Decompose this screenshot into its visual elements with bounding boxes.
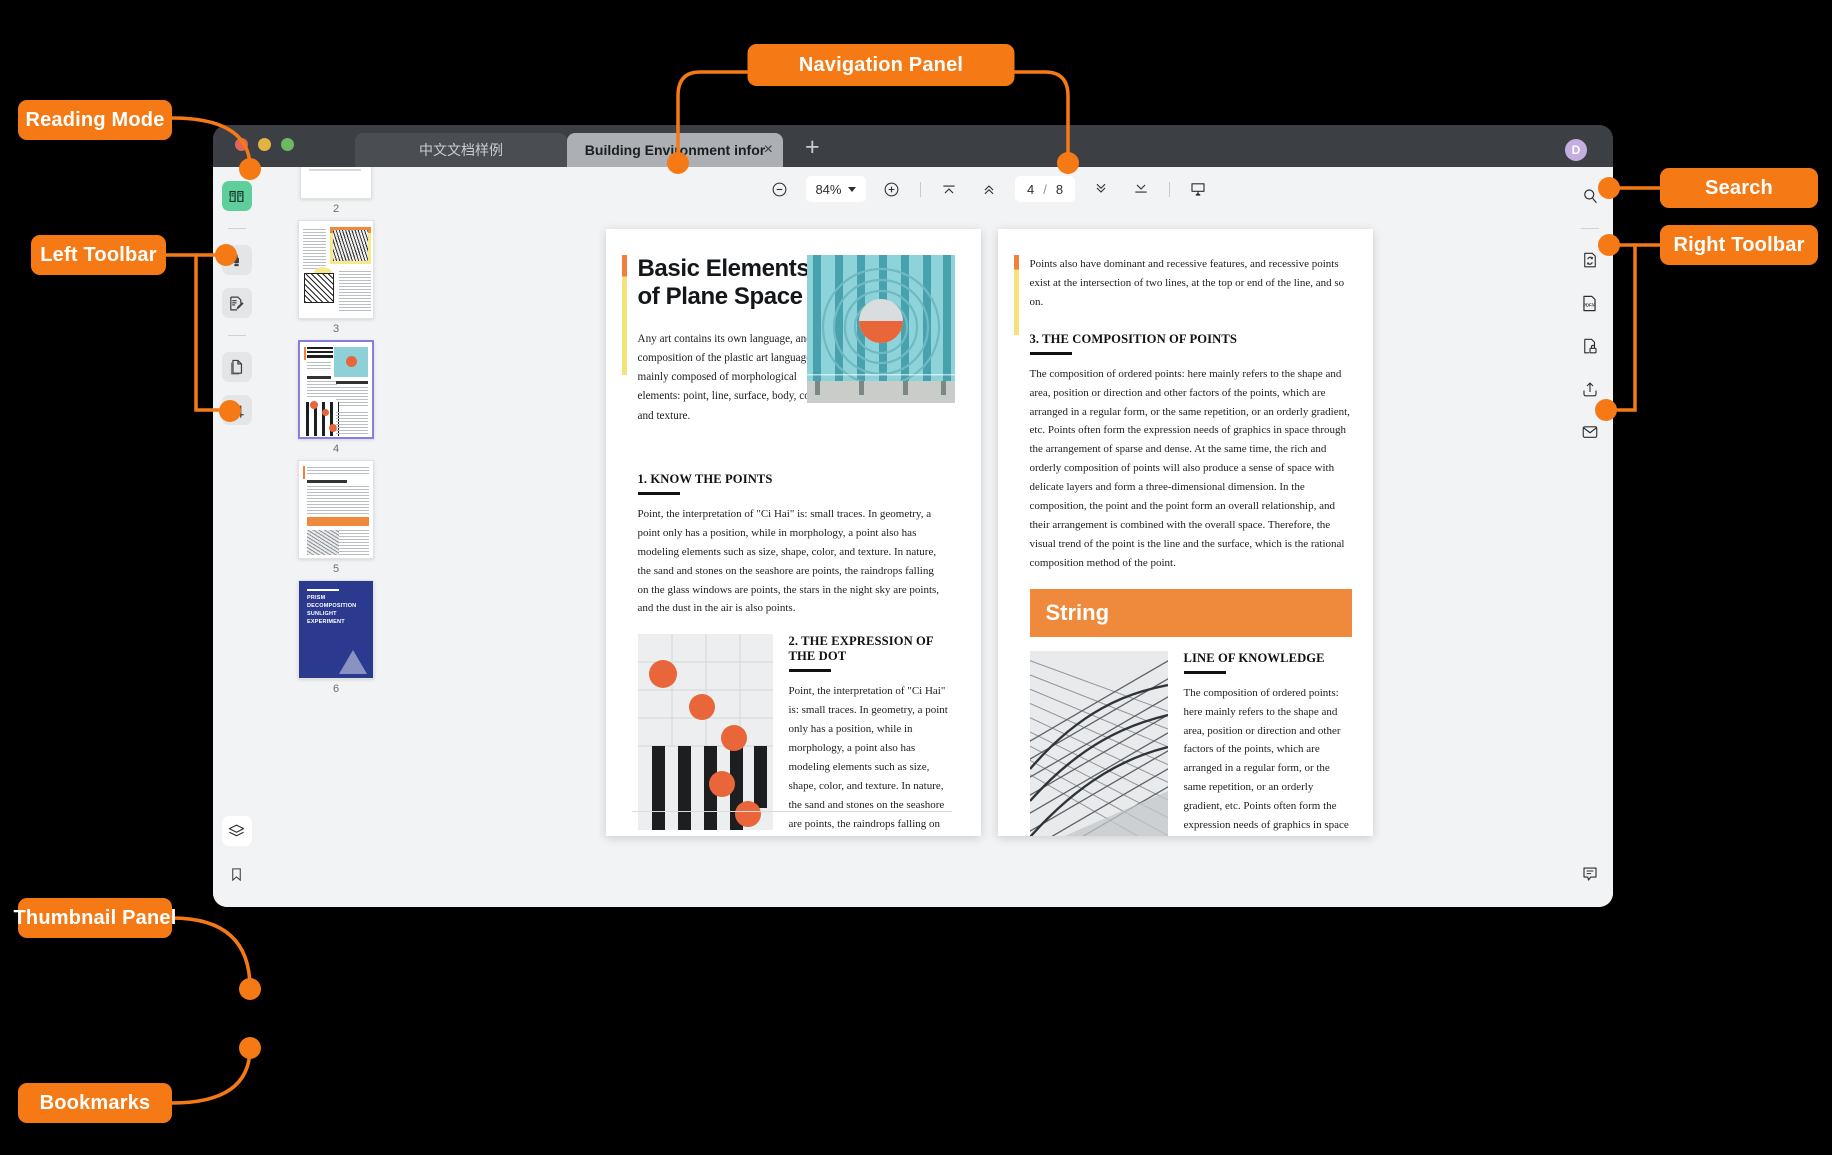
connector-dot-thumbnail xyxy=(239,978,261,1000)
connector-dot-left-toolbar-bottom xyxy=(219,400,241,422)
connector-dot-bookmarks xyxy=(239,1037,261,1059)
callout-right-toolbar: Right Toolbar xyxy=(1660,225,1818,265)
connector-dot-nav-right xyxy=(1057,152,1079,174)
connector-dot-search xyxy=(1598,177,1620,199)
callout-connectors xyxy=(165,70,1660,1105)
connector-dot-nav-left xyxy=(667,152,689,174)
connector-dot-reading-mode xyxy=(239,158,261,180)
callout-thumbnail-panel: Thumbnail Panel xyxy=(13,898,176,938)
callout-bookmarks: Bookmarks xyxy=(18,1083,172,1123)
callout-search: Search xyxy=(1660,168,1818,208)
callout-reading-mode: Reading Mode xyxy=(18,100,172,140)
screenshot-root: Navigation Panel Reading Mode Left Toolb… xyxy=(0,0,1832,1155)
connector-dot-right-toolbar-bottom xyxy=(1595,399,1617,421)
connector-dot-right-toolbar-top xyxy=(1598,234,1620,256)
connector-dot-left-toolbar-top xyxy=(215,244,237,266)
callout-navigation-panel: Navigation Panel xyxy=(747,44,1015,86)
callout-left-toolbar: Left Toolbar xyxy=(31,235,166,275)
